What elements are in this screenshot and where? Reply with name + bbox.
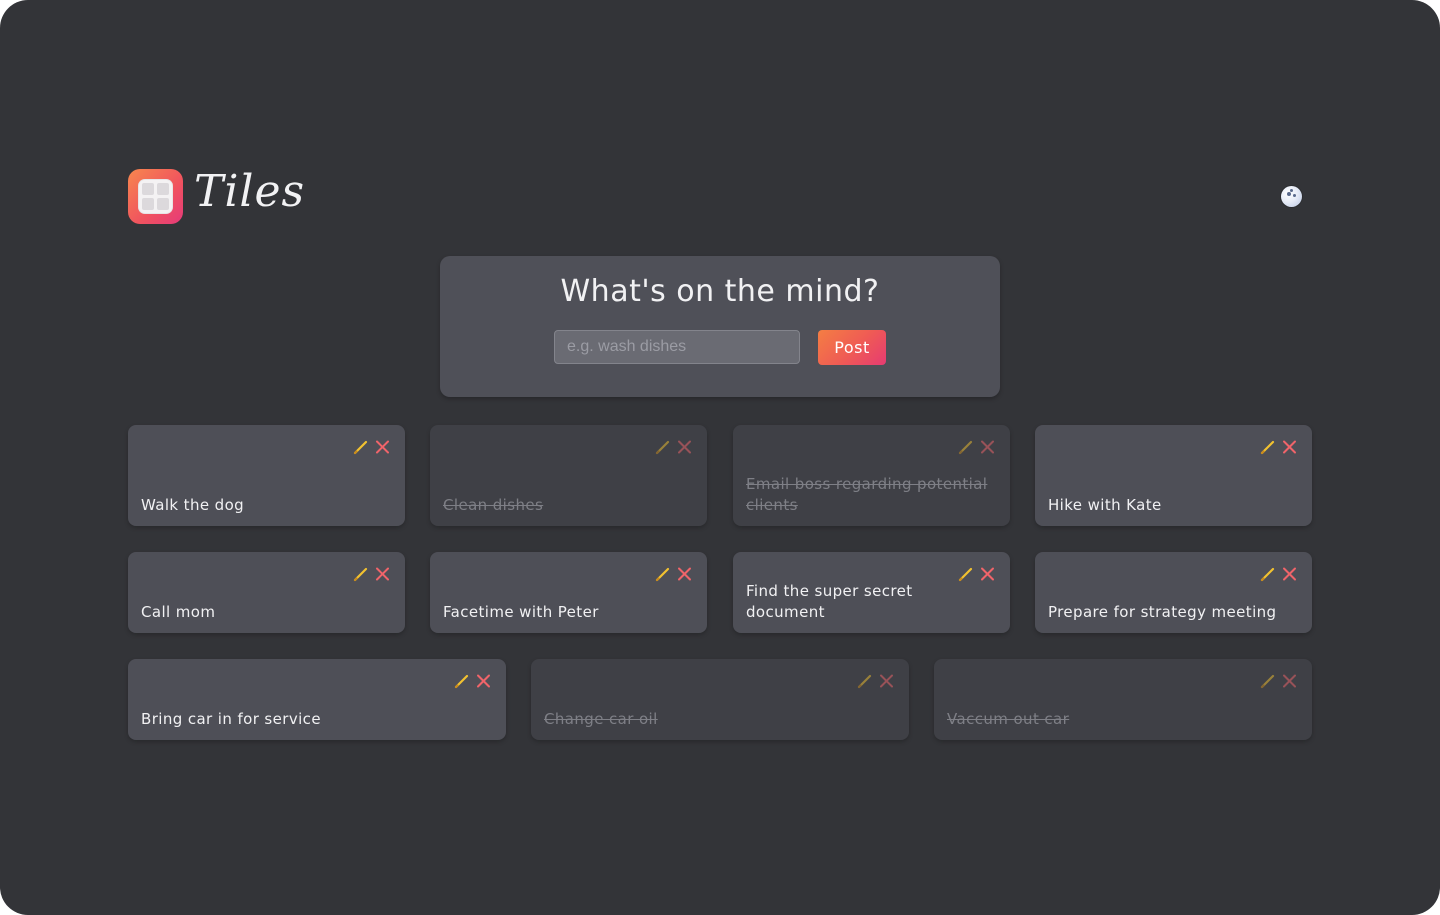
pencil-icon[interactable] [654,565,671,583]
task-tile[interactable]: Walk the dog [128,425,405,526]
task-tile[interactable]: Vaccum out car [934,659,1312,740]
task-input[interactable] [554,330,800,364]
tile-actions [654,438,693,456]
task-tile[interactable]: Bring car in for service [128,659,506,740]
new-task-card: What's on the mind? Post [440,256,1000,397]
pencil-icon[interactable] [453,672,470,690]
task-tile[interactable]: Change car oil [531,659,909,740]
task-text: Clean dishes [443,496,544,514]
task-text: Call mom [141,603,216,621]
task-tile[interactable]: Email boss regarding potential clients [733,425,1010,526]
pencil-icon[interactable] [1259,565,1276,583]
pencil-icon[interactable] [654,438,671,456]
tile-actions [1259,438,1298,456]
composer-title: What's on the mind? [560,274,880,309]
close-icon[interactable] [374,438,391,456]
header: Tiles [128,166,1312,226]
task-text: Prepare for strategy meeting [1048,603,1277,621]
close-icon[interactable] [676,565,693,583]
tile-actions [352,565,391,583]
pencil-icon[interactable] [957,438,974,456]
task-tile[interactable]: Clean dishes [430,425,707,526]
task-text: Find the super secret document [746,582,913,621]
app-title: Tiles [194,166,306,217]
tile-actions [654,565,693,583]
pencil-icon[interactable] [352,438,369,456]
tile-actions [856,672,895,690]
close-icon[interactable] [1281,565,1298,583]
logo-tile-icon [138,179,173,214]
pencil-icon[interactable] [1259,438,1276,456]
tile-actions [1259,672,1298,690]
task-tile[interactable]: Call mom [128,552,405,633]
tile-actions [1259,565,1298,583]
task-text: Change car oil [544,710,658,728]
close-icon[interactable] [979,438,996,456]
close-icon[interactable] [1281,438,1298,456]
tile-actions [957,438,996,456]
close-icon[interactable] [374,565,391,583]
task-tile[interactable]: Hike with Kate [1035,425,1312,526]
task-tile[interactable]: Find the super secret document [733,552,1010,633]
task-text: Facetime with Peter [443,603,599,621]
pencil-icon[interactable] [352,565,369,583]
post-button[interactable]: Post [818,330,886,365]
task-text: Walk the dog [141,496,245,514]
moon-icon[interactable] [1281,186,1302,207]
app-logo [128,169,183,224]
task-text: Vaccum out car [947,710,1070,728]
close-icon[interactable] [1281,672,1298,690]
task-tile[interactable]: Prepare for strategy meeting [1035,552,1312,633]
task-text: Email boss regarding potential clients [746,475,988,514]
close-icon[interactable] [878,672,895,690]
close-icon[interactable] [475,672,492,690]
pencil-icon[interactable] [856,672,873,690]
app-window: Tiles What's on the mind? Post Walk the … [0,0,1440,915]
pencil-icon[interactable] [1259,672,1276,690]
task-tile[interactable]: Facetime with Peter [430,552,707,633]
close-icon[interactable] [676,438,693,456]
tile-actions [352,438,391,456]
task-text: Bring car in for service [141,710,321,728]
tile-actions [453,672,492,690]
task-text: Hike with Kate [1048,496,1162,514]
